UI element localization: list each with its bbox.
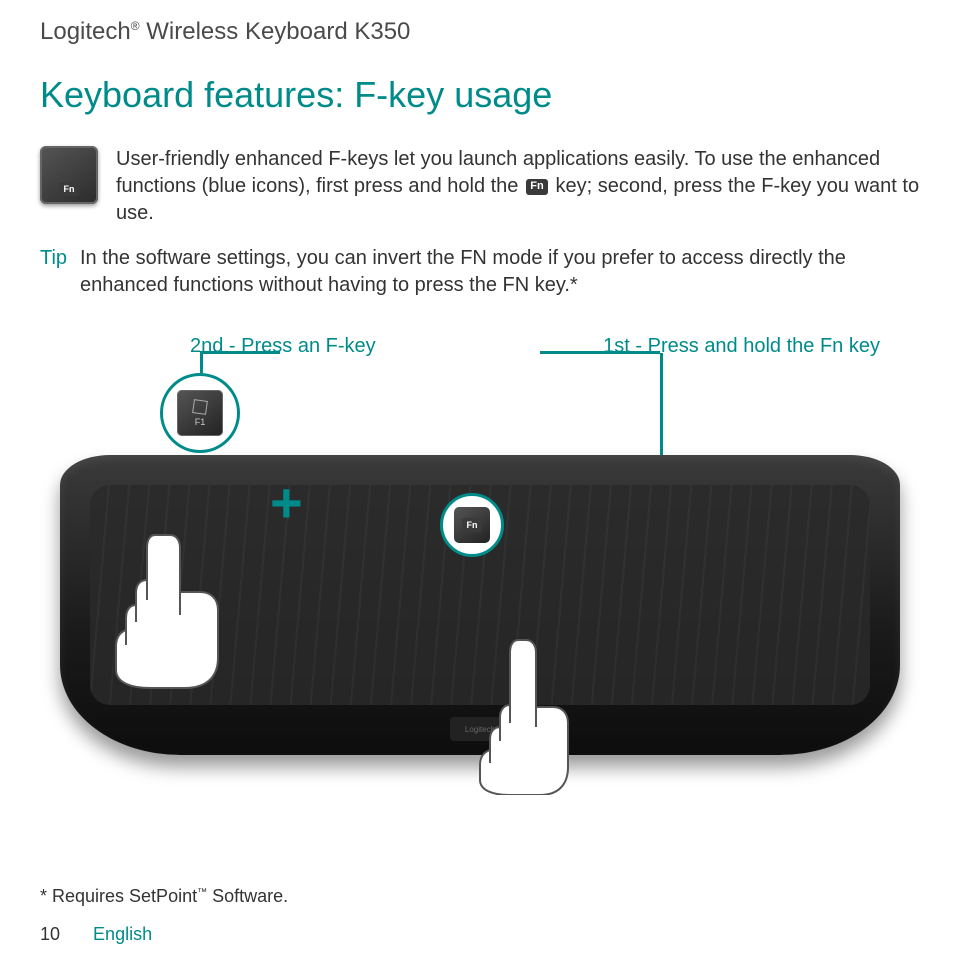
brand: Logitech [40,18,131,45]
f1-key-circle: F1 [160,373,240,453]
connector-line [200,351,280,354]
word-app-icon [192,399,208,415]
intro-text: User-friendly enhanced F-keys let you la… [116,146,920,227]
tip-text: In the software settings, you can invert… [40,245,920,299]
page-footer: 10 English [40,924,152,945]
fn-key-illustration: Fn [40,146,98,204]
language-label: English [93,924,152,944]
f1-label: F1 [195,417,206,427]
fn-key-icon: Fn [454,507,490,543]
footnote-a: * Requires SetPoint [40,886,197,906]
intro-block: Fn User-friendly enhanced F-keys let you… [40,146,920,227]
tip-block: Tip In the software settings, you can in… [40,245,920,299]
footnote-b: Software. [207,886,288,906]
hand-right-icon [468,635,578,795]
fn-inline-icon: Fn [526,179,548,195]
product-header: Logitech® Wireless Keyboard K350 [40,18,920,46]
callout-second: 2nd - Press an F-key [190,335,376,358]
tm-mark: ™ [197,887,207,898]
intro-line1: User-friendly enhanced F-keys let you la… [116,148,689,170]
connector-line [200,353,203,373]
footnote: * Requires SetPoint™ Software. [40,886,288,907]
callout-row: 2nd - Press an F-key 1st - Press and hol… [40,335,920,358]
fn-key-circle: Fn [440,493,504,557]
plus-icon: + [270,470,303,535]
section-title: Keyboard features: F-key usage [40,74,920,116]
fn-icon: Fn [59,182,79,196]
product-name: Wireless Keyboard K350 [146,18,410,45]
page-number: 10 [40,924,60,944]
tip-label: Tip [40,247,67,269]
f1-key-icon: F1 [177,390,223,436]
keyboard-diagram: 2nd - Press an F-key 1st - Press and hol… [40,335,920,805]
callout-first: 1st - Press and hold the Fn key [603,335,880,358]
fn-icon: Fn [462,518,482,532]
hand-left-icon [100,530,230,690]
registered-mark: ® [131,19,140,33]
callout-first-rest: - Press and hold the Fn key [630,335,880,357]
connector-line [540,351,660,354]
